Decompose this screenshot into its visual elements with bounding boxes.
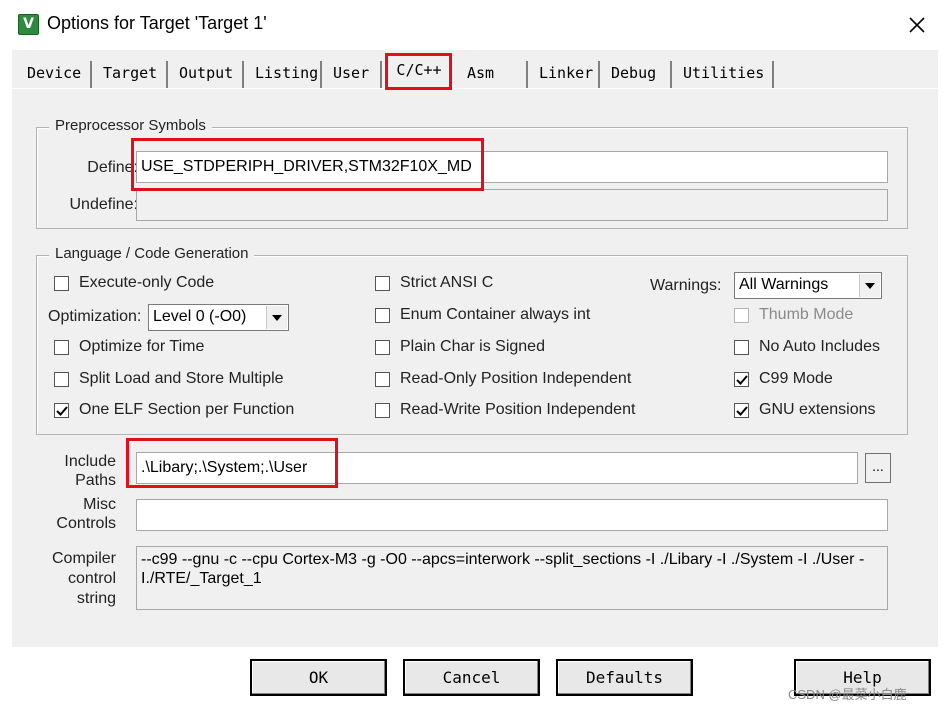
compiler-string-label: Compiler control string xyxy=(48,549,116,609)
tab-utilities[interactable]: Utilities xyxy=(672,61,774,88)
cancel-button[interactable]: Cancel xyxy=(403,659,540,696)
rw-pi-checkbox[interactable] xyxy=(375,403,390,418)
execute-only-label: Execute-only Code xyxy=(79,274,215,291)
tab-linker[interactable]: Linker xyxy=(528,61,600,88)
one-elf-label: One ELF Section per Function xyxy=(79,401,295,418)
ok-button[interactable]: OK xyxy=(250,659,387,696)
split-load-label: Split Load and Store Multiple xyxy=(79,370,284,387)
misc-controls-label: Misc Controls xyxy=(48,495,116,533)
language-group-label: Language / Code Generation xyxy=(49,245,255,262)
strict-ansi-checkbox[interactable] xyxy=(375,276,390,291)
optimization-value: Level 0 (-O0) xyxy=(153,308,247,325)
optimization-dropdown-arrow-icon[interactable] xyxy=(266,306,287,329)
ro-pi-label: Read-Only Position Independent xyxy=(400,370,632,387)
misc-controls-label-line1: Misc xyxy=(83,496,116,513)
compiler-string-label-line2: control xyxy=(67,570,116,587)
preprocessor-group-label: Preprocessor Symbols xyxy=(49,117,212,134)
thumb-mode-label: Thumb Mode xyxy=(759,306,854,323)
enum-int-label: Enum Container always int xyxy=(400,306,591,323)
c99-mode-checkbox[interactable] xyxy=(734,372,749,387)
tab-bar: Device Target Output Listing User C/C++ … xyxy=(12,50,938,89)
tab-output[interactable]: Output xyxy=(168,61,244,88)
define-label: Define: xyxy=(87,159,138,176)
rw-pi-label: Read-Write Position Independent xyxy=(400,401,636,418)
optimization-select[interactable]: Level 0 (-O0) xyxy=(148,304,289,331)
window-title: Options for Target 'Target 1' xyxy=(47,13,267,33)
undefine-input[interactable] xyxy=(136,189,888,221)
thumb-mode-checkbox xyxy=(734,308,749,323)
close-icon xyxy=(909,17,925,33)
checkmark-icon xyxy=(736,375,748,385)
warnings-label: Warnings: xyxy=(650,277,722,294)
include-paths-browse-button[interactable]: ... xyxy=(865,453,891,483)
tab-device[interactable]: Device xyxy=(16,61,92,88)
csdn-watermark: CSDN @最菜小白鹿 xyxy=(788,687,907,702)
warnings-value: All Warnings xyxy=(739,276,829,293)
tab-target[interactable]: Target xyxy=(92,61,168,88)
close-button[interactable] xyxy=(902,10,932,40)
strict-ansi-label: Strict ANSI C xyxy=(400,274,494,291)
tab-listing[interactable]: Listing xyxy=(244,61,322,88)
gnu-ext-checkbox[interactable] xyxy=(734,403,749,418)
tab-debug[interactable]: Debug xyxy=(600,61,672,88)
include-paths-label-line1: Include xyxy=(64,453,116,470)
tab-asm[interactable]: Asm xyxy=(456,61,528,88)
optimization-label: Optimization: xyxy=(48,308,142,325)
title-bar: V Options for Target 'Target 1' xyxy=(0,0,949,50)
warnings-dropdown-arrow-icon[interactable] xyxy=(859,274,880,297)
keil-app-icon: V xyxy=(18,14,39,35)
undefine-label: Undefine: xyxy=(69,196,139,213)
tab-user[interactable]: User xyxy=(322,61,382,88)
compiler-string-label-line1: Compiler xyxy=(51,550,116,567)
ro-pi-checkbox[interactable] xyxy=(375,372,390,387)
c99-mode-label: C99 Mode xyxy=(759,370,833,387)
optimize-time-label: Optimize for Time xyxy=(79,338,205,355)
optimize-time-checkbox[interactable] xyxy=(54,340,69,355)
options-panel: Preprocessor Symbols Define: USE_STDPERI… xyxy=(12,88,938,647)
define-input[interactable]: USE_STDPERIPH_DRIVER,STM32F10X_MD xyxy=(136,151,888,183)
checkmark-icon xyxy=(56,406,68,416)
include-paths-label-line2: Paths xyxy=(75,472,116,489)
tab-c-cpp[interactable]: C/C++ xyxy=(388,55,450,89)
gnu-ext-label: GNU extensions xyxy=(759,401,876,418)
warnings-select[interactable]: All Warnings xyxy=(734,272,882,299)
no-auto-includes-label: No Auto Includes xyxy=(759,338,880,355)
defaults-button[interactable]: Defaults xyxy=(556,659,693,696)
misc-controls-label-line2: Controls xyxy=(56,515,116,532)
plain-char-label: Plain Char is Signed xyxy=(400,338,545,355)
compiler-string-label-line3: string xyxy=(76,590,116,607)
misc-controls-input[interactable] xyxy=(136,499,888,531)
one-elf-checkbox[interactable] xyxy=(54,403,69,418)
no-auto-includes-checkbox[interactable] xyxy=(734,340,749,355)
include-paths-input[interactable]: .\Libary;.\System;.\User xyxy=(136,452,858,484)
split-load-checkbox[interactable] xyxy=(54,372,69,387)
compiler-string-display[interactable]: --c99 --gnu -c --cpu Cortex-M3 -g -O0 --… xyxy=(136,546,888,610)
checkmark-icon xyxy=(736,406,748,416)
plain-char-checkbox[interactable] xyxy=(375,340,390,355)
enum-int-checkbox[interactable] xyxy=(375,308,390,323)
execute-only-checkbox[interactable] xyxy=(54,276,69,291)
include-paths-label: Include Paths xyxy=(48,452,116,490)
